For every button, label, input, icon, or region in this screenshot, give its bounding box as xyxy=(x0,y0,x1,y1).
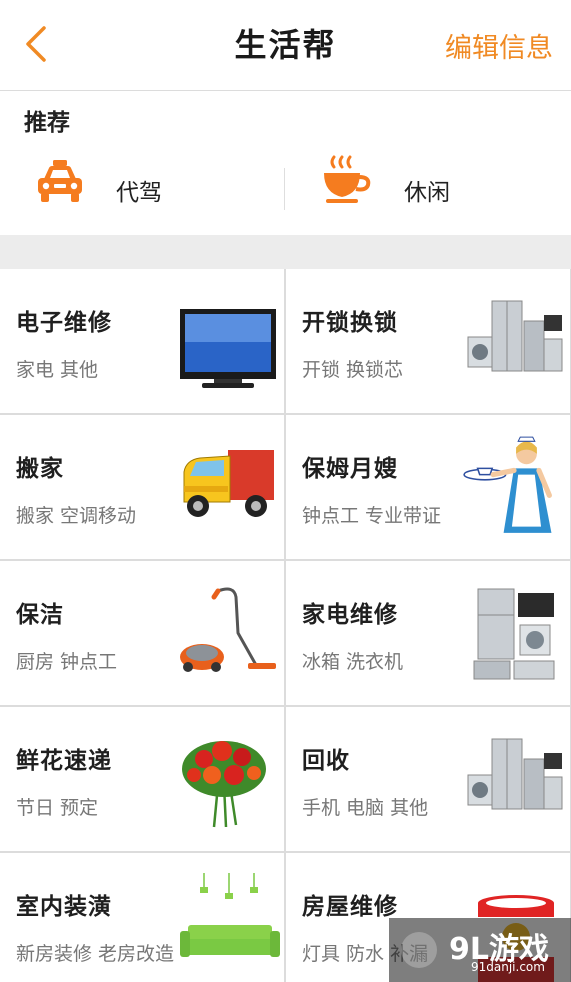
service-title: 室内装潢 xyxy=(16,894,112,920)
service-title: 房屋维修 xyxy=(302,894,398,920)
service-title: 保洁 xyxy=(16,602,64,628)
living-room-image xyxy=(174,873,284,982)
flower-bouquet-image xyxy=(182,741,266,828)
recommend-section: 推荐 代驾 休闲 xyxy=(0,91,571,235)
edit-info-button[interactable]: 编辑信息 xyxy=(445,26,553,65)
service-card-electronic-repair[interactable]: 电子维修 家电 其他 xyxy=(0,269,284,413)
service-card-cleaning[interactable]: 保洁 厨房 钟点工 xyxy=(0,561,284,705)
service-subtitle: 节日 预定 xyxy=(16,797,99,819)
watermark-domain: 91danji.com xyxy=(471,960,545,974)
recommend-label-leisure: 休闲 xyxy=(404,180,450,206)
nav-bar: 生活帮 编辑信息 xyxy=(0,0,571,91)
recommend-divider xyxy=(284,168,285,210)
appliances-image xyxy=(467,738,563,810)
service-card-locksmith[interactable]: 开锁换锁 开锁 换锁芯 xyxy=(286,269,570,413)
service-card-nanny[interactable]: 保姆月嫂 钟点工 专业带证 xyxy=(286,415,570,559)
hot-cup-icon xyxy=(324,155,371,203)
maid-image xyxy=(463,436,552,533)
service-card-appliance-repair[interactable]: 家电维修 冰箱 洗衣机 xyxy=(286,561,570,705)
truck-image xyxy=(183,450,274,517)
service-title: 保姆月嫂 xyxy=(302,456,398,482)
section-gap xyxy=(0,235,571,269)
vacuum-image xyxy=(180,587,276,672)
service-title: 电子维修 xyxy=(16,310,112,336)
service-subtitle: 手机 电脑 其他 xyxy=(302,797,429,819)
service-grid: 电子维修 家电 其他 开锁换锁 开锁 换锁芯 搬家 搬家 空调移动 保姆月嫂 钟… xyxy=(0,269,571,982)
recommend-label-driver: 代驾 xyxy=(116,180,162,206)
service-subtitle: 搬家 空调移动 xyxy=(16,505,137,527)
service-subtitle: 家电 其他 xyxy=(16,359,99,381)
recommend-title: 推荐 xyxy=(24,110,70,136)
service-title: 鲜花速递 xyxy=(16,748,112,774)
tv-image xyxy=(180,309,276,388)
service-subtitle: 钟点工 专业带证 xyxy=(302,505,442,527)
appliances-image xyxy=(473,588,555,680)
service-card-flower-delivery[interactable]: 鲜花速递 节日 预定 xyxy=(0,707,284,851)
service-card-recycling[interactable]: 回收 手机 电脑 其他 xyxy=(286,707,570,851)
appliances-image xyxy=(467,300,563,372)
service-title: 回收 xyxy=(302,748,350,774)
service-subtitle: 厨房 钟点工 xyxy=(16,651,118,673)
watermark-badge: 9L游戏 91danji.com xyxy=(389,918,571,982)
service-subtitle: 新房装修 老房改造 xyxy=(16,943,175,965)
recommend-item-leisure[interactable]: 休闲 xyxy=(286,151,571,211)
service-title: 搬家 xyxy=(16,456,64,482)
service-subtitle: 开锁 换锁芯 xyxy=(302,359,404,381)
service-card-interior-decoration[interactable]: 室内装潢 新房装修 老房改造 xyxy=(0,853,284,982)
service-card-moving[interactable]: 搬家 搬家 空调移动 xyxy=(0,415,284,559)
recommend-item-driver[interactable]: 代驾 xyxy=(0,151,285,211)
service-subtitle: 冰箱 洗衣机 xyxy=(302,651,404,673)
taxi-icon xyxy=(38,160,82,202)
service-title: 开锁换锁 xyxy=(302,310,398,336)
watermark-logo-icon xyxy=(401,932,437,968)
service-title: 家电维修 xyxy=(302,602,398,628)
